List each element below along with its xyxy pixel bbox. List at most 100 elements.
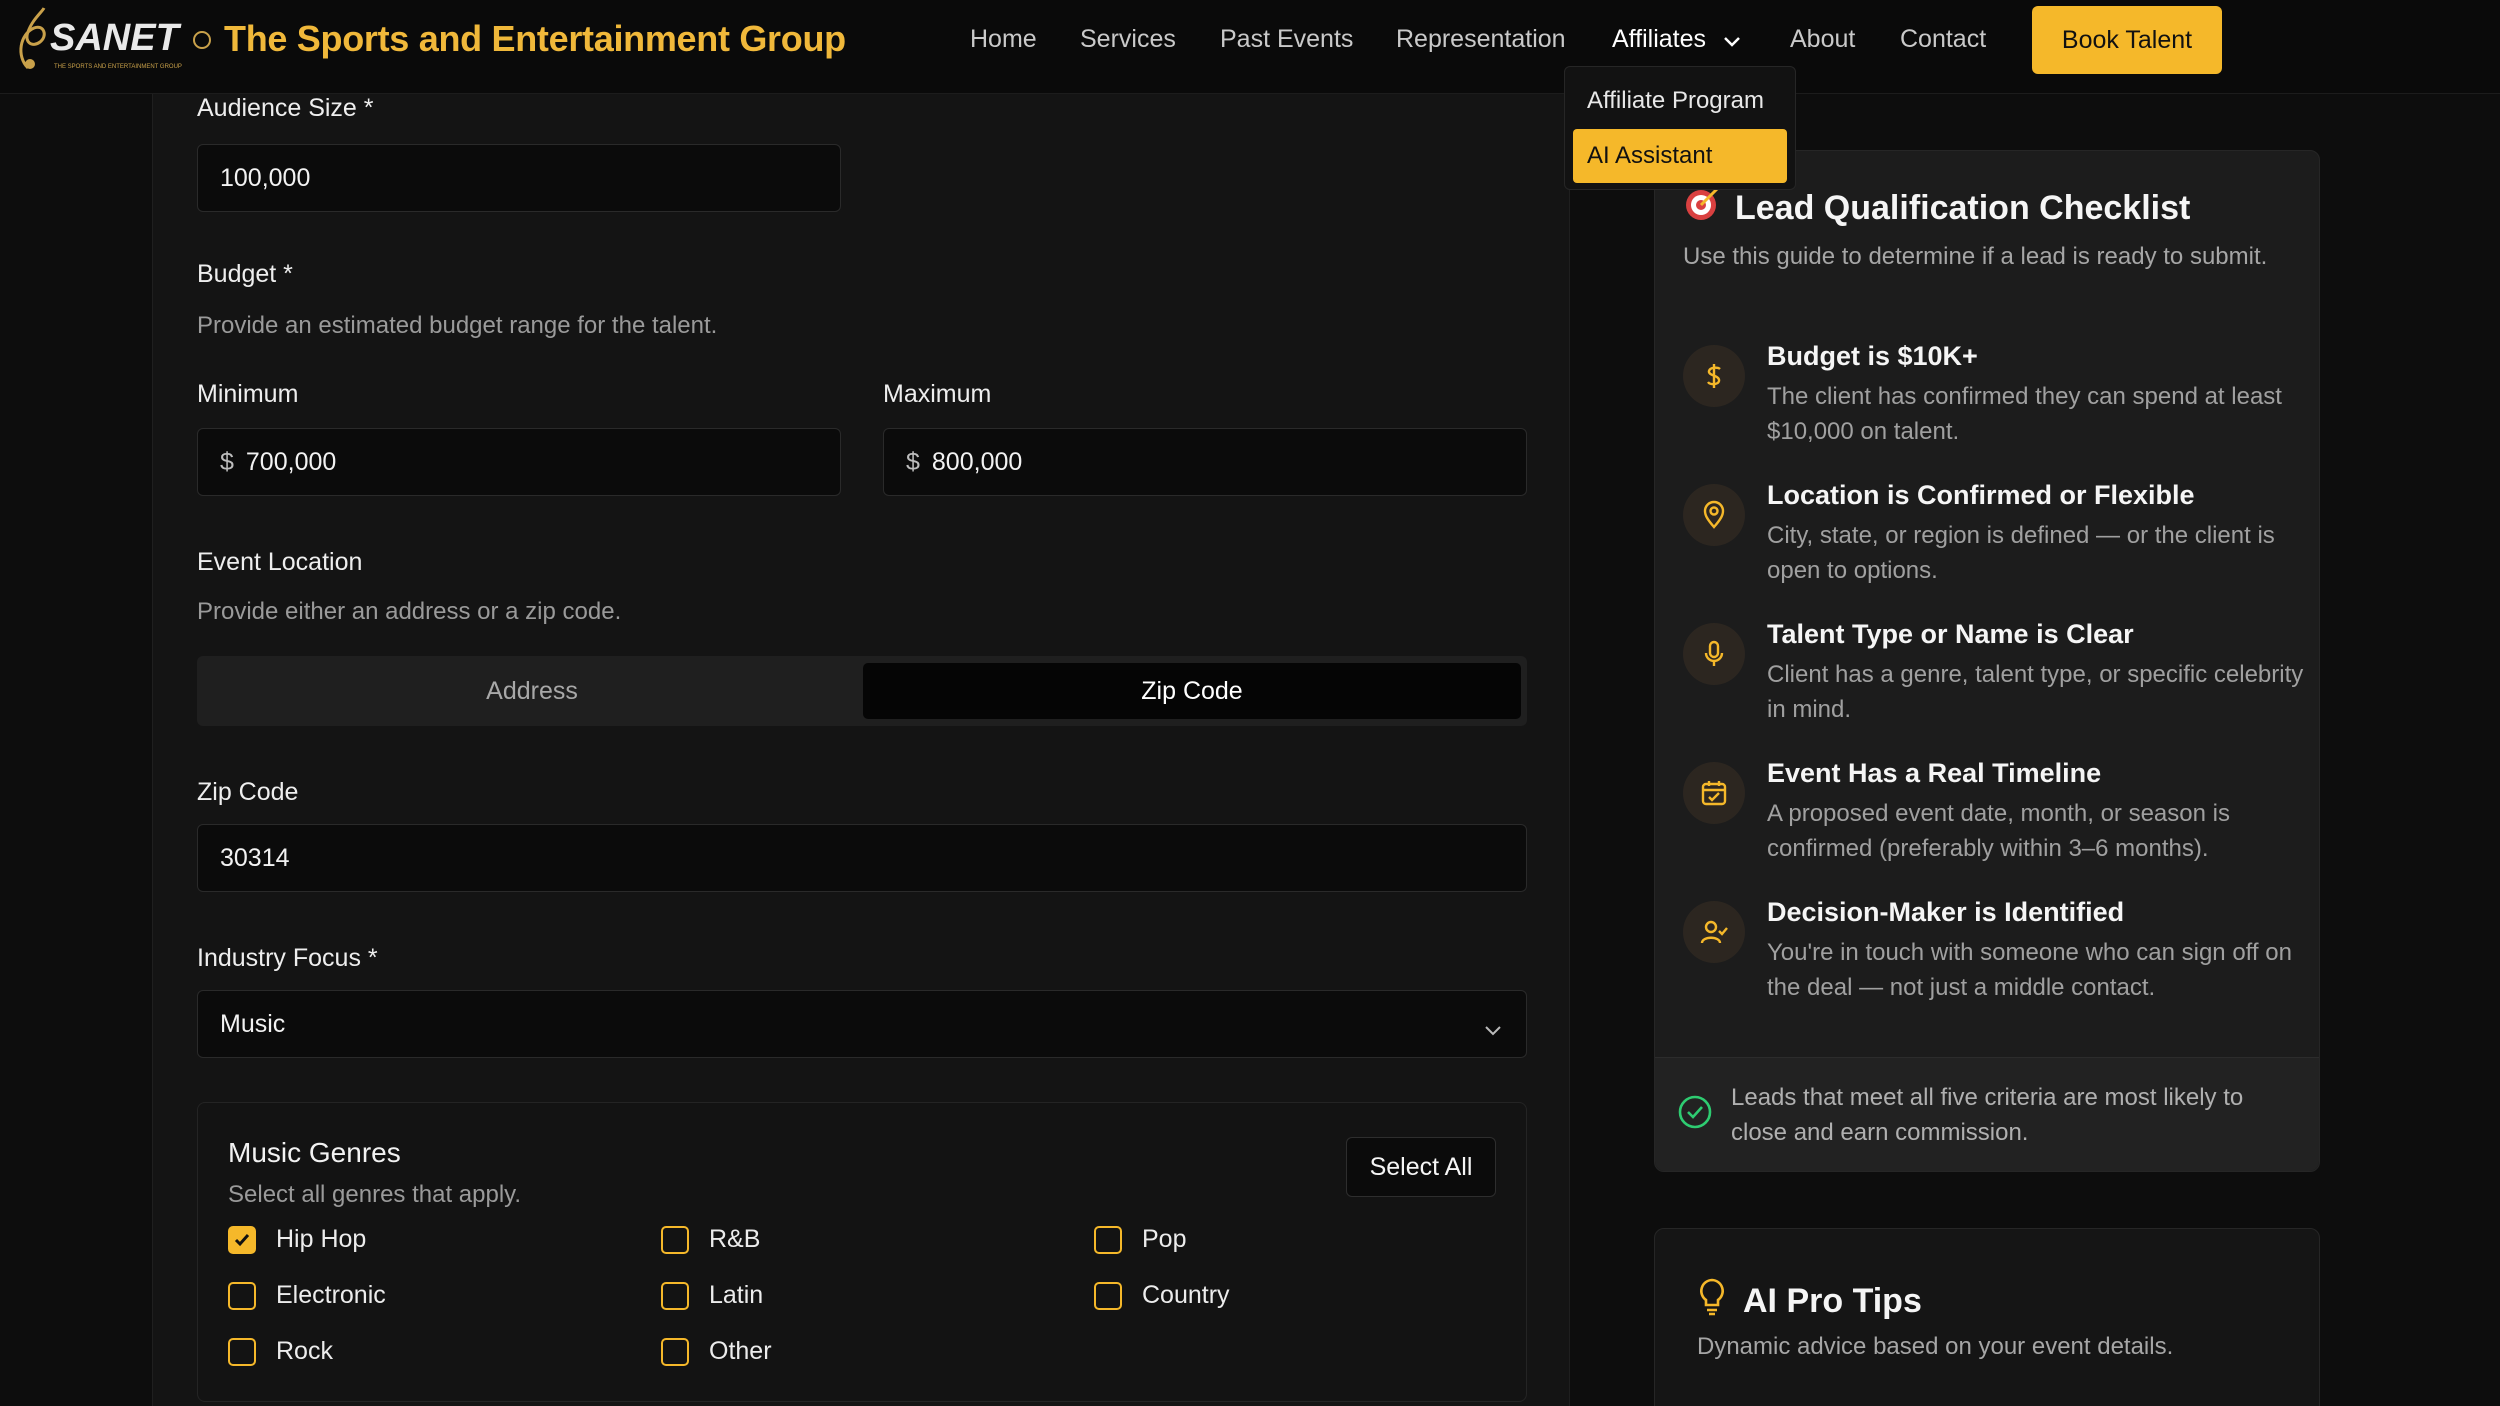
- criterion-desc: A proposed event date, month, or season …: [1767, 800, 2230, 862]
- tips-title: AI Pro Tips: [1697, 1277, 1922, 1326]
- genre-label: Pop: [1142, 1225, 1187, 1253]
- booking-form-panel: Audience Size * 100,000 Budget * Provide…: [152, 94, 1570, 1406]
- budget-min-input[interactable]: $ 700,000: [197, 428, 841, 496]
- brand-title[interactable]: The Sports and Entertainment Group: [224, 18, 846, 60]
- tips-subtitle: Dynamic advice based on your event detai…: [1697, 1333, 2174, 1360]
- nav-past-events[interactable]: Past Events: [1220, 25, 1353, 54]
- sanet-logo[interactable]: SANET THE SPORTS AND ENTERTAINMENT GROUP: [14, 6, 214, 74]
- budget-help: Provide an estimated budget range for th…: [197, 312, 718, 339]
- genre-label: Electronic: [276, 1281, 386, 1309]
- budget-min-value: 700,000: [245, 447, 337, 476]
- nav-affiliates-label: Affiliates: [1612, 25, 1707, 53]
- genre-pop[interactable]: Pop: [1094, 1225, 1186, 1254]
- checklist-title-text: Lead Qualification Checklist: [1735, 189, 2191, 227]
- criterion-title: Budget is $10K+: [1767, 341, 1978, 371]
- genre-label: Country: [1142, 1281, 1230, 1309]
- check-circle-icon: [1677, 1094, 1713, 1135]
- chevron-down-icon: [1723, 26, 1741, 55]
- checkbox[interactable]: [228, 1281, 256, 1310]
- audience-size-input[interactable]: 100,000: [197, 144, 841, 212]
- target-icon: [1683, 185, 1721, 232]
- user-check-icon: [1683, 901, 1745, 963]
- checklist-footer: Leads that meet all five criteria are mo…: [1655, 1057, 2319, 1171]
- nav-services[interactable]: Services: [1080, 25, 1176, 54]
- criterion-desc: City, state, or region is defined — or t…: [1767, 522, 2275, 584]
- genre-other[interactable]: Other: [661, 1337, 772, 1366]
- lightbulb-icon: [1697, 1277, 1727, 1326]
- industry-focus-label: Industry Focus *: [197, 944, 378, 972]
- budget-min-label: Minimum: [197, 380, 299, 408]
- map-pin-icon: [1683, 484, 1745, 546]
- currency-symbol: $: [220, 447, 234, 476]
- currency-symbol: $: [906, 447, 920, 476]
- industry-focus-value: Music: [220, 1009, 286, 1038]
- genre-label: Latin: [709, 1281, 764, 1309]
- nav-about[interactable]: About: [1790, 25, 1855, 54]
- audience-size-label: Audience Size *: [197, 94, 374, 122]
- music-genres-card: Music Genres Select all genres that appl…: [197, 1102, 1527, 1402]
- music-genres-subtitle: Select all genres that apply.: [228, 1181, 522, 1208]
- checkbox[interactable]: [661, 1281, 689, 1310]
- genre-label: R&B: [709, 1225, 761, 1253]
- criterion-title: Location is Confirmed or Flexible: [1767, 480, 2195, 510]
- dropdown-item-ai-assistant[interactable]: AI Assistant: [1573, 129, 1787, 183]
- genre-electronic[interactable]: Electronic: [228, 1281, 386, 1310]
- zip-code-value: 30314: [220, 843, 290, 872]
- genre-rock[interactable]: Rock: [228, 1337, 333, 1366]
- book-talent-button[interactable]: Book Talent: [2032, 6, 2222, 74]
- ai-pro-tips-card: AI Pro Tips Dynamic advice based on your…: [1654, 1228, 2320, 1406]
- checkbox[interactable]: [661, 1225, 689, 1254]
- industry-focus-select[interactable]: Music: [197, 990, 1527, 1058]
- lead-qualification-checklist: Lead Qualification Checklist Use this gu…: [1654, 150, 2320, 1172]
- genre-label: Other: [709, 1337, 772, 1365]
- budget-label: Budget *: [197, 260, 293, 288]
- svg-text:THE SPORTS AND ENTERTAINMENT G: THE SPORTS AND ENTERTAINMENT GROUP: [54, 64, 182, 70]
- checkbox[interactable]: [661, 1337, 689, 1366]
- budget-max-input[interactable]: $ 800,000: [883, 428, 1527, 496]
- checklist-footer-text: Leads that meet all five criteria are mo…: [1731, 1084, 2244, 1146]
- zip-code-label: Zip Code: [197, 778, 299, 806]
- event-location-help: Provide either an address or a zip code.: [197, 598, 622, 625]
- budget-max-value: 800,000: [931, 447, 1023, 476]
- criterion-title: Event Has a Real Timeline: [1767, 758, 2102, 788]
- music-genres-title: Music Genres: [228, 1137, 401, 1168]
- genre-label: Rock: [276, 1337, 333, 1365]
- affiliates-dropdown-menu: Affiliate Program AI Assistant: [1564, 66, 1796, 190]
- select-all-button[interactable]: Select All: [1346, 1137, 1496, 1197]
- nav-contact[interactable]: Contact: [1900, 25, 1986, 54]
- svg-text:SANET: SANET: [50, 17, 182, 59]
- checklist-intro: Use this guide to determine if a lead is…: [1683, 243, 2268, 270]
- location-type-toggle: Address Zip Code: [197, 656, 1527, 726]
- criterion-desc: You're in touch with someone who can sig…: [1767, 939, 2292, 1001]
- budget-max-label: Maximum: [883, 380, 992, 408]
- checkbox[interactable]: [1094, 1281, 1122, 1310]
- tab-address[interactable]: Address: [203, 663, 861, 719]
- microphone-icon: [1683, 623, 1745, 685]
- genre-country[interactable]: Country: [1094, 1281, 1230, 1310]
- criterion-title: Decision-Maker is Identified: [1767, 897, 2125, 927]
- checkbox[interactable]: [228, 1337, 256, 1366]
- checkbox-checked[interactable]: [228, 1225, 256, 1254]
- nav-affiliates[interactable]: Affiliates: [1612, 25, 1741, 55]
- dropdown-item-affiliate-program[interactable]: Affiliate Program: [1573, 74, 1787, 128]
- tab-zip-code[interactable]: Zip Code: [863, 663, 1521, 719]
- calendar-check-icon: [1683, 762, 1745, 824]
- nav-representation[interactable]: Representation: [1396, 25, 1566, 54]
- criterion-desc: Client has a genre, talent type, or spec…: [1767, 661, 2304, 723]
- checklist-title: Lead Qualification Checklist: [1683, 185, 2190, 232]
- checkbox[interactable]: [1094, 1225, 1122, 1254]
- zip-code-input[interactable]: 30314: [197, 824, 1527, 892]
- genre-label: Hip Hop: [276, 1225, 367, 1253]
- tips-title-text: AI Pro Tips: [1743, 1282, 1922, 1320]
- criterion-title: Talent Type or Name is Clear: [1767, 619, 2134, 649]
- genre-latin[interactable]: Latin: [661, 1281, 763, 1310]
- event-location-label: Event Location: [197, 548, 363, 576]
- nav-home[interactable]: Home: [970, 25, 1037, 54]
- genre-rnb[interactable]: R&B: [661, 1225, 760, 1254]
- top-navbar: SANET THE SPORTS AND ENTERTAINMENT GROUP…: [0, 0, 2500, 94]
- genre-hip-hop[interactable]: Hip Hop: [228, 1225, 366, 1254]
- dollar-icon: [1683, 345, 1745, 407]
- chevron-down-icon: [1484, 1015, 1502, 1044]
- audience-size-value: 100,000: [220, 163, 311, 192]
- criterion-desc: The client has confirmed they can spend …: [1767, 383, 2282, 445]
